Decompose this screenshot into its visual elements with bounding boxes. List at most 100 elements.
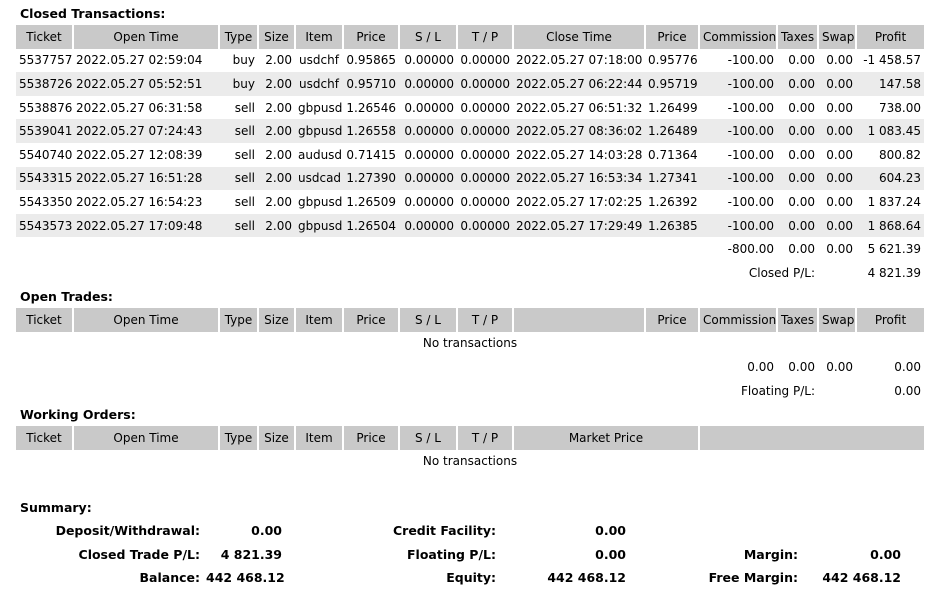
margin-value: 0.00: [870, 546, 901, 562]
open-header-price: Price: [343, 308, 400, 332]
cell-close-time: 2022.05.27 14:03:28: [516, 147, 643, 162]
cell-close-price: 0.95776: [648, 53, 698, 68]
cell-commission: -100.00: [727, 147, 774, 162]
cell-type: sell: [234, 194, 255, 209]
cell-ticket: 5543350: [19, 194, 73, 209]
cell-ticket: 5543315: [16, 166, 73, 191]
closed-transactions-body: 5537757 2022.05.27 02:59:04 buy 2.00 usdchf 0…: [16, 49, 924, 238]
cell-taxes: 0.00: [777, 213, 818, 238]
working-header-ticket: Ticket: [16, 426, 74, 450]
cell-type: sell: [219, 119, 258, 143]
open-header-blank-8: [513, 308, 646, 332]
summary-floating-pl-value: 0.00: [595, 546, 626, 562]
cell-taxes: 0.00: [777, 166, 818, 191]
table-row: 5540740 2022.05.27 12:08:39 sell 2.00 audusd…: [16, 143, 924, 167]
credit-facility-label: Credit Facility:: [392, 523, 496, 539]
working-header-blank-9: [699, 426, 924, 450]
cell-take-profit: 0.00000: [460, 194, 510, 209]
cell-ticket: 5543573: [16, 213, 73, 238]
equity-label: Equity:: [446, 570, 496, 586]
table-row: 5543350 2022.05.27 16:54:23 sell 2.00 gbpusd…: [16, 190, 924, 214]
cell-close-time: 2022.05.27 07:18:00: [516, 53, 643, 68]
open-header-taxes: Taxes: [777, 308, 819, 332]
open-header-t-p: T / P: [457, 308, 514, 332]
open-total-taxes: 0.00: [788, 359, 815, 374]
working-empty-row: No transactions: [16, 450, 924, 474]
open-total-profit: 0.00: [894, 359, 921, 374]
cell-stop-loss: 0.00000: [399, 119, 457, 143]
cell-taxes: 0.00: [788, 53, 815, 68]
floating-pl-value: 0.00: [894, 383, 921, 398]
open-trades-title: Open Trades:: [20, 289, 113, 304]
cell-commission: -100.00: [699, 213, 777, 238]
cell-item: usdcad: [295, 166, 343, 191]
cell-close-price: 0.95719: [645, 72, 699, 96]
margin-label: Margin:: [743, 546, 798, 562]
closed-header-ticket: Ticket: [16, 25, 74, 49]
cell-close-price: 1.27341: [645, 166, 699, 191]
cell-taxes: 0.00: [777, 119, 818, 143]
cell-item: usdchf: [299, 53, 339, 68]
cell-profit: 604.23: [856, 166, 924, 191]
open-header-profit: Profit: [856, 308, 924, 332]
closed-header-s-l: S / L: [399, 25, 458, 49]
cell-taxes: 0.00: [788, 194, 815, 209]
cell-type: sell: [219, 213, 258, 238]
cell-swap: 0.00: [818, 166, 856, 191]
closed-header-size: Size: [258, 25, 296, 49]
cell-swap: 0.00: [826, 194, 853, 209]
cell-ticket: 5538726: [16, 72, 73, 96]
cell-ticket: 5537757: [19, 53, 73, 68]
table-row: 5537757 2022.05.27 02:59:04 buy 2.00 usdchf 0…: [16, 49, 924, 73]
summary-row-1: Deposit/Withdrawal: 0.00 Credit Facility…: [16, 519, 904, 543]
cell-open-time: 2022.05.27 02:59:04: [76, 53, 203, 68]
closed-header-open-time: Open Time: [73, 25, 220, 49]
cell-open-time: 2022.05.27 17:09:48: [73, 213, 219, 238]
cell-stop-loss: 0.00000: [399, 166, 457, 191]
cell-size: 2.00: [265, 194, 292, 209]
cell-commission: -100.00: [727, 100, 774, 115]
cell-swap: 0.00: [818, 213, 856, 238]
cell-take-profit: 0.00000: [460, 53, 510, 68]
cell-profit: 1 083.45: [856, 119, 924, 143]
closed-total-swap: 0.00: [826, 242, 853, 257]
working-header-price: Price: [343, 426, 400, 450]
floating-pl-row: Floating P/L: 0.00: [16, 379, 924, 403]
cell-item: audusd: [298, 147, 343, 162]
summary-row-3: Balance: 442 468.12 Equity: 442 468.12 F…: [16, 566, 904, 590]
table-row: 5538726 2022.05.27 05:52:51 buy 2.00 usdchf 0…: [16, 72, 924, 96]
cell-take-profit: 0.00000: [457, 72, 513, 96]
cell-close-time: 2022.05.27 17:29:49: [513, 213, 645, 238]
table-row: 5543573 2022.05.27 17:09:48 sell 2.00 gbpusd…: [16, 213, 924, 238]
closed-transactions-title: Closed Transactions:: [20, 6, 166, 21]
cell-swap: 0.00: [826, 147, 853, 162]
open-header-s-l: S / L: [399, 308, 458, 332]
cell-open-time: 2022.05.27 06:31:58: [76, 100, 203, 115]
cell-profit: -1 458.57: [863, 53, 921, 68]
open-empty-row: No transactions: [16, 332, 924, 356]
working-header-size: Size: [258, 426, 296, 450]
cell-size: 2.00: [258, 119, 295, 143]
cell-profit: 147.58: [856, 72, 924, 96]
cell-open-time: 2022.05.27 07:24:43: [73, 119, 219, 143]
cell-close-price: 1.26392: [648, 194, 698, 209]
free-margin-value: 442 468.12: [822, 570, 901, 586]
cell-commission: -100.00: [699, 119, 777, 143]
cell-profit: 800.82: [879, 147, 921, 162]
working-header-t-p: T / P: [457, 426, 514, 450]
open-header-row: Ticket Open Time Type Size Item Price S / LT /…: [16, 308, 924, 332]
cell-open-price: 0.95710: [343, 72, 399, 96]
table-row: 5538876 2022.05.27 06:31:58 sell 2.00 gbpusd…: [16, 96, 924, 120]
closed-totals-row: -800.00 0.00 0.00 5 621.39: [16, 237, 924, 261]
cell-swap: 0.00: [826, 53, 853, 68]
open-no-transactions: No transactions: [422, 336, 518, 351]
cell-size: 2.00: [258, 166, 295, 191]
cell-stop-loss: 0.00000: [404, 147, 454, 162]
table-row: 5539041 2022.05.27 07:24:43 sell 2.00 gbpusd…: [16, 119, 924, 143]
cell-close-price: 1.26385: [645, 213, 699, 238]
closed-trade-pl-value: 4 821.39: [220, 546, 282, 562]
table-row: 5543315 2022.05.27 16:51:28 sell 2.00 usdcad…: [16, 166, 924, 191]
closed-header-profit: Profit: [856, 25, 924, 49]
working-orders-title: Working Orders:: [20, 407, 136, 422]
open-header-ticket: Ticket: [16, 308, 74, 332]
